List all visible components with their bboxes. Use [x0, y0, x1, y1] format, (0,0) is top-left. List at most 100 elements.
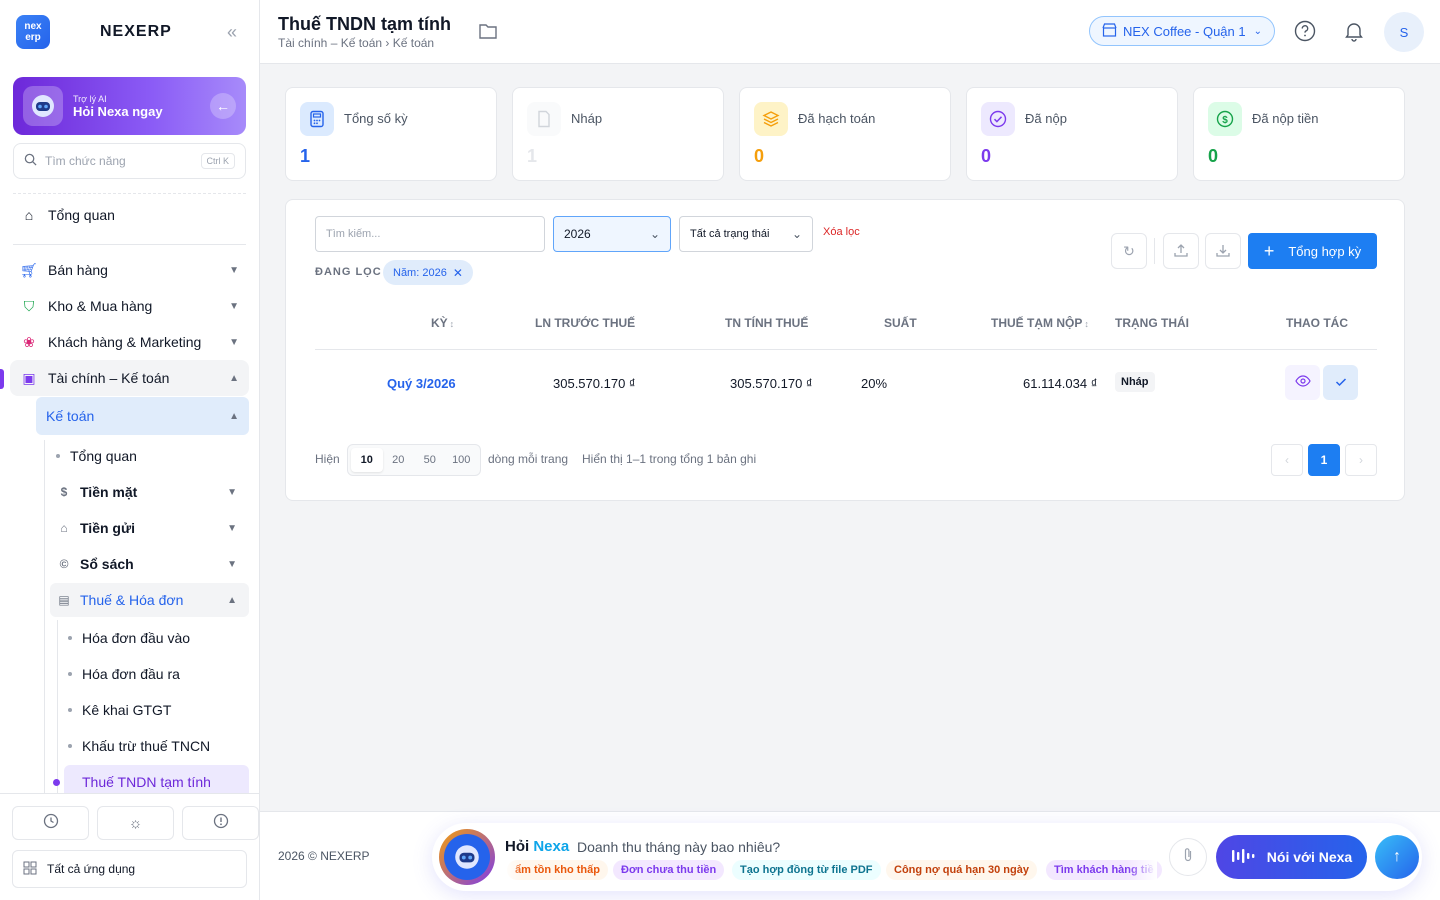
year-select[interactable]: 2026 ⌄: [553, 216, 671, 252]
tree-line: [44, 440, 45, 800]
stat-value: 1: [300, 146, 311, 166]
filter-chip-year: Năm: 2026 ✕: [383, 260, 473, 285]
ai-card-title: Hỏi Nexa ngay: [73, 103, 163, 119]
download-button[interactable]: [1205, 233, 1241, 269]
button-label: Tổng hợp kỳ: [1288, 243, 1362, 259]
sidebar-item-accounting-overview[interactable]: Tổng quan: [50, 439, 249, 473]
sidebar-item-cash[interactable]: $ Tiền mặt ▼: [50, 475, 249, 509]
attach-button[interactable]: [1169, 838, 1207, 876]
column-header-profit: LN TRƯỚC THUẾ: [535, 316, 636, 330]
search-input[interactable]: Tìm kiếm...: [315, 216, 545, 252]
arrow-left-icon[interactable]: ←: [210, 93, 236, 119]
upload-button[interactable]: [1163, 233, 1199, 269]
all-apps-button[interactable]: Tất cả ứng dụng: [12, 850, 247, 888]
page-size-label: Hiện: [315, 452, 340, 466]
sidebar-item-bank[interactable]: ⌂ Tiền gửi ▼: [50, 511, 249, 545]
page-size-option[interactable]: 100: [446, 448, 478, 472]
sidebar-item-input-invoices[interactable]: Hóa đơn đầu vào: [64, 621, 249, 655]
nexa-question-input[interactable]: Doanh thu tháng này bao nhiêu?: [577, 839, 780, 855]
sidebar-item-label: Bán hàng: [48, 262, 108, 278]
nexa-title: Hỏi Nexa: [505, 838, 570, 855]
search-icon: [24, 153, 37, 169]
folder-icon[interactable]: [478, 22, 498, 45]
stat-label: Tổng số kỳ: [344, 111, 408, 126]
toolbar-divider: [1154, 238, 1155, 264]
sidebar-item-finance[interactable]: ▣ Tài chính – Kế toán ▲: [10, 360, 249, 396]
sidebar-item-customers[interactable]: ❀ Khách hàng & Marketing ▼: [10, 324, 249, 360]
stat-value: 0: [1208, 146, 1219, 166]
collapse-sidebar-icon[interactable]: «: [227, 22, 237, 43]
sidebar-item-pit-withholding[interactable]: Khấu trừ thuế TNCN: [64, 729, 249, 763]
sidebar-item-accounting[interactable]: Kế toán ▲: [36, 397, 249, 435]
sidebar-item-tax-invoices[interactable]: ▤ Thuế & Hóa đơn ▲: [50, 583, 249, 617]
sidebar-item-overview[interactable]: ⌂ Tổng quan: [10, 197, 249, 233]
chevron-down-icon: ▼: [227, 558, 237, 570]
chevron-up-icon: ▲: [229, 372, 239, 384]
prev-page-button[interactable]: ‹: [1271, 444, 1303, 476]
check-circle-icon: [981, 102, 1015, 136]
copyright: 2026 © NEXERP: [278, 849, 370, 863]
nexa-assistant-bar: Hỏi Nexa Doanh thu tháng này bao nhiêu? …: [432, 823, 1422, 891]
page-button-current[interactable]: 1: [1308, 444, 1340, 476]
app-logo[interactable]: nex erp: [16, 15, 50, 49]
suggestion-chip[interactable]: ẩm tồn kho thấp: [507, 860, 608, 880]
footer: 2026 © NEXERP Hỏi Nexa Doanh thu tháng n…: [260, 811, 1440, 900]
column-header-period[interactable]: KỲ ↕: [431, 316, 454, 330]
refresh-icon: ↻: [1123, 242, 1135, 259]
calculator-icon: [300, 102, 334, 136]
stat-card-total-periods: Tổng số kỳ 1: [285, 87, 497, 181]
paperclip-icon: [1182, 847, 1194, 868]
upload-icon: [1173, 242, 1189, 261]
tree-line: [57, 620, 58, 800]
chevron-down-icon: ⌄: [791, 227, 802, 241]
help-icon[interactable]: [1293, 19, 1317, 43]
column-header-actions: THAO TÁC: [1286, 316, 1348, 330]
alert-button[interactable]: [182, 806, 259, 840]
svg-text:$: $: [1222, 115, 1228, 126]
column-header-tax[interactable]: THUẾ TẠM NỘP ↕: [991, 316, 1089, 330]
sun-icon: ☼: [128, 814, 143, 832]
layers-icon: [754, 102, 788, 136]
status-value: Tất cả trạng thái: [690, 228, 770, 240]
sidebar-item-inventory[interactable]: ⛉ Kho & Mua hàng ▼: [10, 288, 249, 324]
next-page-button[interactable]: ›: [1345, 444, 1377, 476]
suggestion-chip[interactable]: Tạo hợp đồng từ file PDF: [732, 860, 881, 880]
bullet: [68, 708, 72, 712]
robot-icon: [444, 834, 490, 880]
theme-button[interactable]: ☼: [97, 806, 174, 840]
year-value: 2026: [564, 227, 591, 241]
refresh-button[interactable]: ↻: [1111, 233, 1147, 269]
sidebar-item-sales[interactable]: 🛒︎ Bán hàng ▼: [10, 252, 249, 288]
summarize-period-button[interactable]: + Tổng hợp kỳ: [1248, 233, 1377, 269]
bell-icon[interactable]: [1342, 19, 1366, 43]
function-search-input[interactable]: Tìm chức năng Ctrl K: [13, 143, 246, 179]
bag-icon: ⛉: [23, 297, 35, 314]
sidebar-item-label: Thuế TNDN tạm tính: [82, 774, 211, 790]
sidebar-item-books[interactable]: © Sổ sách ▼: [50, 547, 249, 581]
nexa-avatar[interactable]: [439, 829, 495, 885]
clear-filters-link[interactable]: Xóa lọc: [823, 226, 860, 238]
page-size-option[interactable]: 50: [414, 448, 446, 472]
arrow-up-icon: ↑: [1393, 848, 1401, 865]
status-select[interactable]: Tất cả trạng thái ⌄: [679, 216, 813, 252]
confirm-button[interactable]: [1323, 365, 1358, 400]
suggestion-chip[interactable]: Công nợ quá hạn 30 ngày: [886, 860, 1037, 880]
page-size-option[interactable]: 10: [351, 448, 383, 472]
chip-fade-right: [1127, 859, 1157, 881]
store-selector[interactable]: NEX Coffee - Quận 1 ⌄: [1089, 16, 1275, 46]
page-size-option[interactable]: 20: [383, 448, 415, 472]
close-icon[interactable]: ✕: [453, 266, 463, 280]
history-button[interactable]: [12, 806, 89, 840]
sidebar-item-output-invoices[interactable]: Hóa đơn đầu ra: [64, 657, 249, 691]
view-button[interactable]: [1285, 365, 1320, 400]
user-avatar[interactable]: S: [1384, 12, 1424, 52]
store-name: NEX Coffee - Quận 1: [1123, 23, 1246, 39]
sidebar-item-vat-declaration[interactable]: Kê khai GTGT: [64, 693, 249, 727]
suggestion-chip[interactable]: Đơn chưa thu tiền: [613, 860, 725, 880]
ai-assistant-card[interactable]: Trợ lý AI Hỏi Nexa ngay ←: [13, 77, 246, 135]
stat-label: Nháp: [571, 111, 603, 126]
sidebar-item-label: Kế toán: [46, 408, 95, 424]
talk-to-nexa-button[interactable]: Nói với Nexa: [1216, 835, 1367, 879]
period-link[interactable]: Quý 3/2026: [387, 376, 456, 391]
send-button[interactable]: ↑: [1375, 835, 1419, 879]
